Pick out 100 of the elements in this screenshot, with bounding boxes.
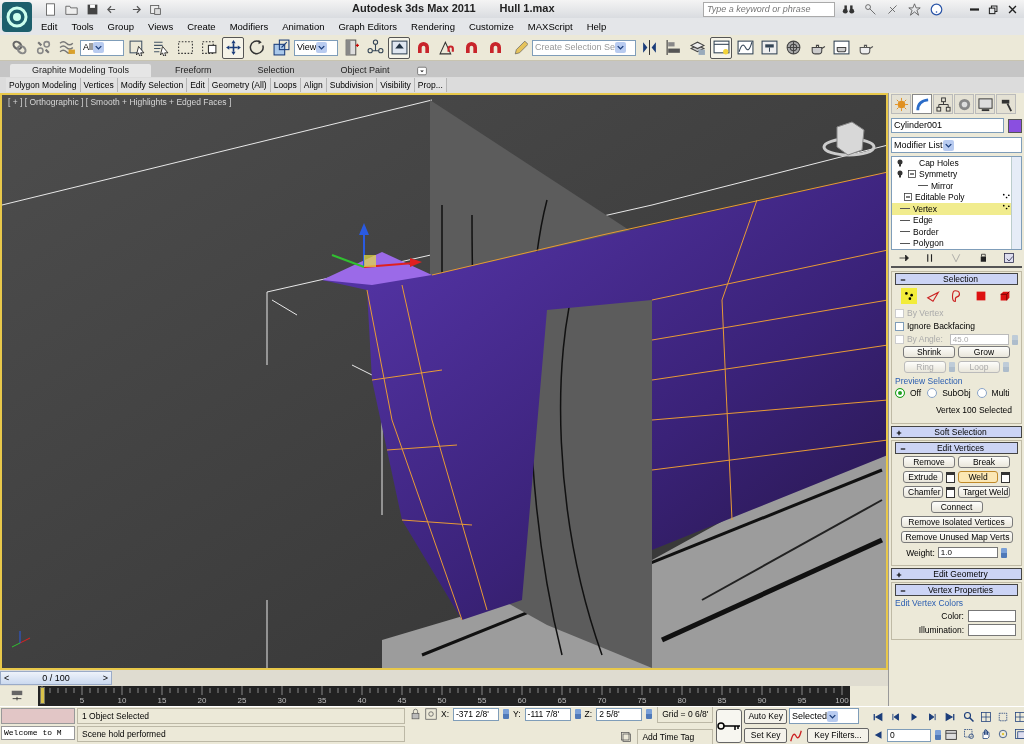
rollout-button[interactable]: Break (958, 456, 1010, 469)
app-title: Autodesk 3ds Max 2011 (352, 2, 476, 16)
key-filters-button[interactable]: Key Filters... (806, 728, 869, 743)
next-frame-button[interactable]: > (102, 672, 108, 684)
maxscript-listener[interactable]: Welcome to M (1, 726, 75, 740)
menu-item[interactable]: MAXScript (520, 20, 580, 33)
modifier-stack-item[interactable]: Border (892, 226, 1011, 238)
rollout-button[interactable]: Remove Isolated Vertices (900, 516, 1013, 529)
ribbon-panel-button[interactable]: Loops (270, 78, 301, 92)
rollout-button[interactable]: Target Weld (958, 486, 1010, 499)
checkbox-label: Ignore Backfacing (907, 321, 976, 332)
coordinate-label: Y: (513, 709, 521, 720)
ribbon-panel-button[interactable]: Geometry (All) (208, 78, 271, 92)
checkbox-label: By Angle: (906, 334, 943, 345)
previous-frame-button[interactable]: < (4, 672, 10, 684)
dropdown[interactable]: All (80, 39, 124, 56)
menu-item[interactable]: Modifiers (222, 20, 276, 33)
frame-tick-label: 35 (317, 696, 327, 706)
frame-tick-label: 55 (477, 696, 487, 706)
modifier-stack-item[interactable]: Vertex (892, 203, 1011, 215)
menu-item[interactable]: Rendering (404, 20, 462, 33)
rollout-button[interactable]: Extrude (903, 471, 943, 484)
coordinate-field[interactable]: -111 7/8' (524, 707, 571, 721)
current-frame-field[interactable]: 0 (886, 728, 931, 742)
ribbon-panel-button[interactable]: Prop... (414, 78, 447, 92)
add-time-tag-button[interactable]: Add Time Tag (637, 728, 714, 744)
radio-label: Multi (991, 387, 1010, 398)
menu-item[interactable]: Tools (64, 20, 101, 33)
ribbon-panel-button[interactable]: Vertices (80, 78, 118, 92)
ribbon-panel-button[interactable]: Align (300, 78, 327, 92)
modifier-list-dropdown[interactable]: Modifier List (891, 137, 1022, 153)
selection-status: Vertex 100 Selected (935, 404, 1012, 415)
checkbox-label: By Vertex (907, 308, 944, 319)
search-field[interactable]: Type a keyword or phrase (703, 1, 835, 17)
viewport[interactable]: [ + ] [ Orthographic ] [ Smooth + Highlights + Edged Faces ] (0, 93, 888, 670)
rollout-header[interactable]: Soft Selection (891, 426, 1022, 439)
rollout-button[interactable]: Chamfer (903, 486, 943, 499)
frame-tick-label: 85 (717, 696, 727, 706)
frame-tick-label: 15 (157, 696, 167, 706)
object-name-field[interactable]: Cylinder001 (891, 118, 1004, 133)
modifier-stack-item[interactable]: Polygon (892, 237, 1011, 249)
ribbon-panel-button[interactable]: Modify Selection (117, 78, 188, 92)
rollout-button[interactable]: Remove Unused Map Verts (900, 531, 1013, 544)
key-mode-dropdown[interactable]: Selected (788, 708, 859, 724)
frame-tick-label: 20 (197, 696, 207, 706)
ribbon-panel-button[interactable]: Polygon Modeling (6, 78, 81, 92)
menu-item[interactable]: Group (100, 20, 141, 33)
modifier-stack-item[interactable]: Mirror (892, 180, 1011, 192)
menu-item[interactable]: Animation (275, 20, 332, 33)
auto-key-button[interactable]: Auto Key (744, 708, 787, 724)
ribbon-panel-button[interactable]: Subdivision (326, 78, 378, 92)
frame-tick-label: 5 (79, 696, 85, 706)
field-label: Weight: (906, 547, 935, 558)
frame-tick-label: 100 (835, 696, 849, 706)
rollout-header[interactable]: Vertex Properties (895, 584, 1018, 597)
menu-item[interactable]: Graph Editors (331, 20, 405, 33)
group-title: Preview Selection (895, 376, 964, 387)
rollout-header[interactable]: Selection (895, 273, 1018, 285)
modifier-stack-item[interactable]: Cap Holes (892, 157, 1011, 169)
ribbon-panel-button[interactable]: Edit (187, 78, 209, 92)
frame-tick-label: 50 (437, 696, 447, 706)
frame-tick-label: 95 (797, 696, 807, 706)
rollout-button[interactable]: Grow (958, 346, 1010, 358)
rollout-button[interactable]: Shrink (903, 346, 955, 358)
frame-tick-label: 70 (597, 696, 607, 706)
ribbon-tab[interactable]: Graphite Modeling Tools (10, 64, 151, 77)
modifier-stack-item[interactable]: Symmetry (892, 168, 1011, 180)
time-slider[interactable]: < 0 / 100 > (0, 670, 888, 686)
weight-field[interactable]: 1.0 (937, 547, 998, 559)
menu-item[interactable]: Customize (461, 20, 521, 33)
rollout-button[interactable]: Connect (930, 501, 983, 514)
field-label: Illumination: (918, 625, 964, 636)
time-slider-thumb[interactable]: < 0 / 100 > (0, 671, 112, 685)
menu-item[interactable]: Help (579, 20, 614, 33)
frame-tick-label: 80 (677, 696, 687, 706)
rollout-header[interactable]: Edit Vertices (895, 442, 1018, 455)
coordinate-field[interactable]: -371 2/8' (453, 707, 500, 721)
ribbon-tab[interactable]: Selection (235, 64, 317, 77)
menu-item[interactable]: Create (180, 20, 223, 33)
ribbon-tab[interactable]: Object Paint (318, 64, 412, 77)
coordinate-label: Z: (584, 709, 593, 720)
rollout-button[interactable]: Remove (903, 456, 955, 469)
coordinate-label: X: (441, 709, 450, 720)
menu-item[interactable]: Edit (34, 20, 65, 33)
dropdown[interactable]: View (294, 39, 338, 56)
file-name: Hull 1.max (499, 2, 555, 16)
modifier-stack-item[interactable]: Edge (892, 214, 1011, 226)
ribbon-tab[interactable]: Freeform (152, 64, 234, 77)
set-key-mode-button[interactable]: Set Key (744, 727, 787, 743)
rollout-button[interactable]: Weld (958, 471, 998, 484)
frame-tick-label: 30 (277, 696, 287, 706)
coordinate-field[interactable]: 2 5/8' (596, 707, 643, 721)
group-title: Edit Vertex Colors (895, 598, 965, 609)
frame-tick-label: 45 (397, 696, 407, 706)
ribbon-panel-button[interactable]: Visibility (377, 78, 415, 92)
menu-item[interactable]: Views (140, 20, 181, 33)
modifier-stack-item[interactable]: Editable Poly (892, 191, 1011, 203)
rollout-header[interactable]: Edit Geometry (891, 568, 1022, 581)
viewport-label[interactable]: [ + ] [ Orthographic ] [ Smooth + Highlights + Edged Faces ] (8, 97, 232, 108)
frame-tick-label: 40 (357, 696, 367, 706)
